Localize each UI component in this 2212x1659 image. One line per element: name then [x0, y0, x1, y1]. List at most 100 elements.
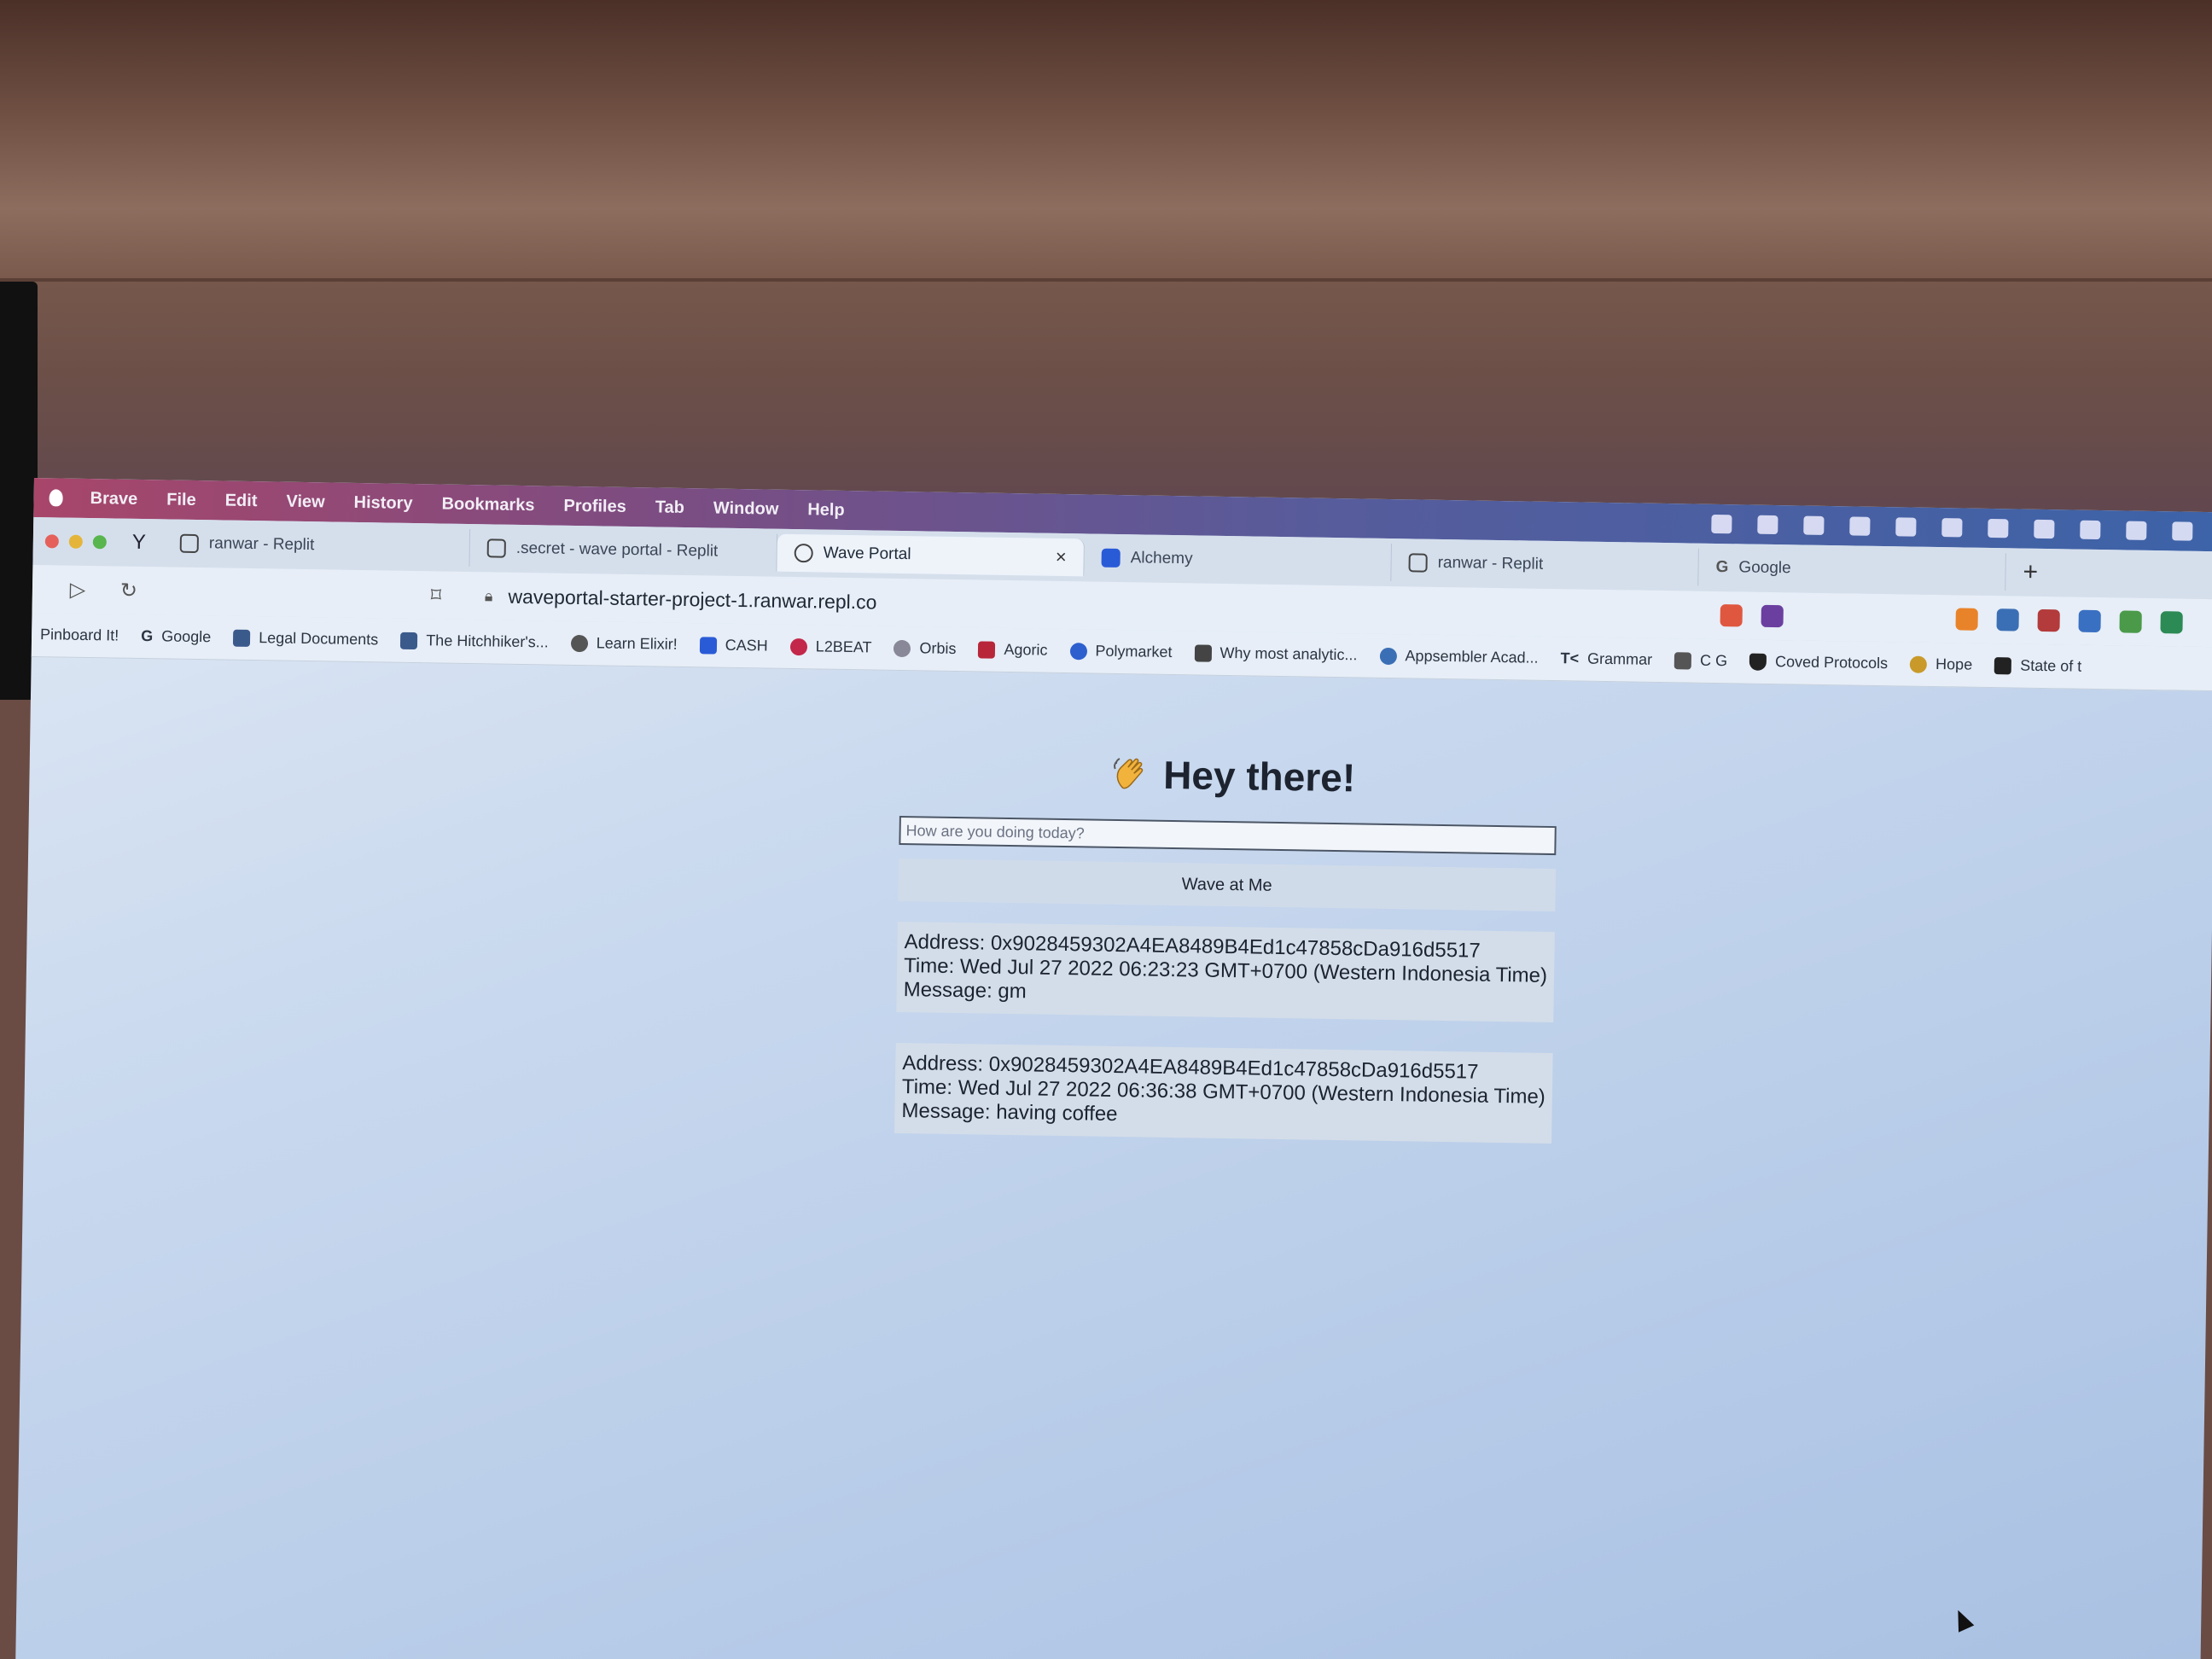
bookmark-label: State of t [2020, 656, 2082, 675]
appsembler-icon [1379, 647, 1397, 665]
shield-icon [1749, 653, 1767, 671]
heading-text: Hey there! [1162, 752, 1356, 800]
bookmark-cash[interactable]: CASH [699, 636, 768, 655]
bookmark-agoric[interactable]: Agoric [978, 640, 1048, 659]
bookmark-cg[interactable]: C G [1674, 651, 1727, 670]
app-icon[interactable] [1941, 518, 1963, 538]
bookmark-label: Legal Documents [259, 629, 379, 649]
menu-profiles[interactable]: Profiles [563, 496, 626, 516]
tab-wave-portal[interactable]: Wave Portal × [777, 533, 1086, 577]
page-heading: Hey there! [899, 748, 1566, 804]
bookmark-icon[interactable]: ⌑ [416, 583, 456, 608]
bookmark-legal-documents[interactable]: Legal Documents [233, 629, 378, 649]
extension-icon[interactable] [1996, 608, 2019, 632]
battery-icon[interactable] [2126, 521, 2147, 540]
main-container: Hey there! Wave at Me Address: 0x9028459… [894, 748, 1566, 1144]
bookmark-state-of[interactable]: State of t [1994, 656, 2081, 676]
bookmark-pinboard[interactable]: Pinboard It! [40, 626, 119, 644]
bluetooth-icon[interactable] [2080, 520, 2101, 540]
moon-icon[interactable] [2034, 519, 2055, 539]
tab-google[interactable]: G Google [1698, 548, 2006, 591]
brave-lion-icon[interactable]: Y [132, 531, 146, 555]
wave-card: Address: 0x9028459302A4EA8489B4Ed1c47858… [896, 921, 1555, 1023]
hope-icon [1909, 655, 1928, 673]
minimize-window-button[interactable] [68, 534, 83, 549]
close-window-button[interactable] [44, 534, 59, 549]
agoric-icon [978, 640, 996, 659]
menu-window[interactable]: Window [713, 498, 779, 519]
tab-alchemy[interactable]: Alchemy [1084, 538, 1393, 581]
cloud-icon[interactable] [1849, 516, 1871, 536]
bookmark-label: Appsembler Acad... [1405, 647, 1539, 667]
replit-favicon-icon [486, 538, 506, 558]
tab-title: Google [1738, 558, 1791, 578]
extension-icons [1720, 604, 2183, 634]
menu-history[interactable]: History [353, 492, 412, 513]
dropbox-icon[interactable] [1757, 515, 1778, 535]
tab-replit-1[interactable]: ranwar - Replit [162, 524, 471, 568]
heart-icon [789, 637, 807, 655]
bookmark-label: Polymarket [1095, 642, 1173, 661]
brave-rewards-icon[interactable] [1761, 604, 1784, 628]
tab-title: .secret - wave portal - Replit [515, 538, 719, 561]
bookmark-label: CASH [725, 636, 768, 655]
chat-icon[interactable] [1803, 515, 1825, 535]
bitwarden-icon[interactable] [1711, 514, 1732, 534]
waving-hand-icon [1113, 758, 1143, 789]
bookmark-grammar[interactable]: T< Grammar [1560, 649, 1652, 669]
bookmark-label: Agoric [1004, 640, 1048, 659]
wifi-icon[interactable] [2172, 521, 2193, 541]
bookmark-learn-elixir[interactable]: Learn Elixir! [570, 634, 678, 654]
new-tab-plus-icon[interactable]: + [2023, 558, 2038, 587]
bookmark-polymarket[interactable]: Polymarket [1069, 642, 1173, 661]
globe-icon [570, 634, 588, 652]
bookmark-l2beat[interactable]: L2BEAT [789, 637, 872, 657]
display-icon[interactable] [1988, 518, 2009, 538]
tab-secret-replit[interactable]: .secret - wave portal - Replit [469, 529, 778, 572]
book-icon [400, 632, 418, 649]
metamask-icon[interactable] [1955, 608, 1978, 631]
extension-icon[interactable] [2119, 610, 2142, 633]
orbis-icon [894, 639, 911, 657]
menu-view[interactable]: View [286, 492, 325, 512]
menu-tab[interactable]: Tab [655, 498, 684, 518]
message-input[interactable] [899, 815, 1557, 856]
bookmark-appsembler[interactable]: Appsembler Acad... [1379, 647, 1539, 667]
bookmark-google[interactable]: G Google [141, 627, 211, 646]
bookmark-label: Pinboard It! [39, 626, 119, 644]
bookmark-label: Why most analytic... [1220, 643, 1358, 664]
bookmark-label: Google [161, 627, 212, 646]
menu-file[interactable]: File [166, 490, 196, 510]
forward-icon[interactable]: ▷ [58, 577, 97, 602]
menu-brave[interactable]: Brave [90, 489, 137, 509]
extension-icon[interactable] [2078, 609, 2101, 633]
tab-replit-2[interactable]: ranwar - Replit [1391, 543, 1699, 586]
wave-button[interactable]: Wave at Me [898, 858, 1557, 912]
ceiling-band [0, 0, 2212, 282]
bookmark-hope[interactable]: Hope [1909, 655, 1972, 674]
status-tray [1711, 514, 2193, 541]
zoom-window-button[interactable] [92, 535, 107, 550]
document-icon [233, 629, 251, 647]
menu-edit[interactable]: Edit [224, 491, 258, 511]
apple-icon[interactable] [49, 489, 63, 507]
replit-favicon-icon [179, 533, 200, 554]
menu-bookmarks[interactable]: Bookmarks [441, 494, 534, 515]
lock-icon[interactable]: 🔒︎ [485, 587, 493, 605]
bookmark-hitchhikers[interactable]: The Hitchhiker's... [400, 632, 549, 652]
brave-shields-icon[interactable] [1720, 604, 1743, 627]
page-icon [1194, 643, 1212, 662]
password-manager-icon[interactable] [1895, 517, 1917, 537]
address-bar[interactable]: waveportal-starter-project-1.ranwar.repl… [508, 585, 876, 614]
reload-icon[interactable]: ↻ [109, 578, 148, 603]
tab-title: ranwar - Replit [1437, 553, 1544, 573]
close-tab-icon[interactable]: × [1056, 546, 1067, 568]
bookmark-coved-protocols[interactable]: Coved Protocols [1749, 653, 1888, 673]
tab-title: Alchemy [1130, 549, 1193, 568]
bookmark-label: C G [1699, 651, 1728, 670]
bookmark-why-most-analytic[interactable]: Why most analytic... [1194, 643, 1358, 664]
menu-help[interactable]: Help [807, 500, 845, 521]
bookmark-orbis[interactable]: Orbis [894, 639, 957, 658]
extension-icon[interactable] [2037, 608, 2060, 632]
extension-icon[interactable] [2160, 611, 2183, 634]
